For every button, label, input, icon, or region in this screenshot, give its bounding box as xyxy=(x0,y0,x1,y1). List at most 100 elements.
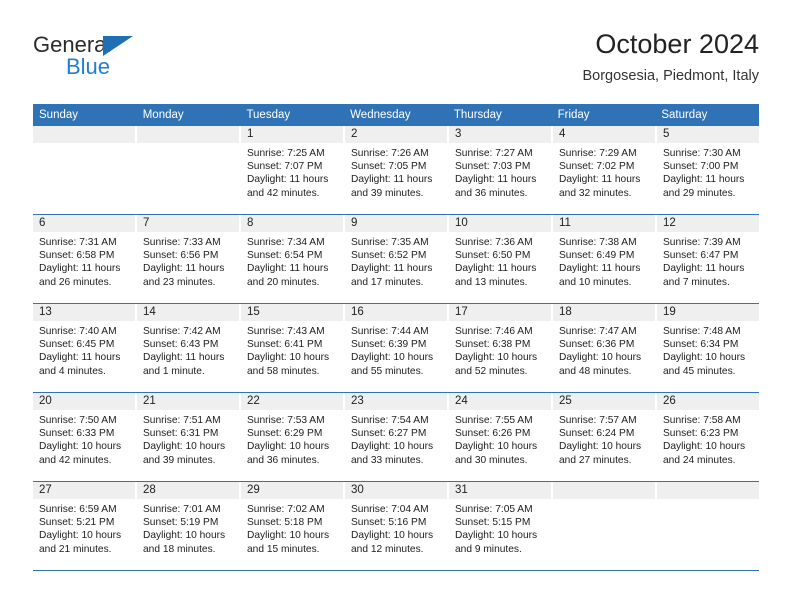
day-sunset-text: Sunset: 7:03 PM xyxy=(455,161,531,173)
day-daylight2-text: and 7 minutes. xyxy=(663,276,730,288)
day-cell-10[interactable]: 10 Sunrise: 7:36 AM Sunset: 6:50 PM Dayligh… xyxy=(449,215,553,303)
day-cell-13[interactable]: 13 Sunrise: 7:40 AM Sunset: 6:45 PM Dayligh… xyxy=(33,304,137,392)
day-daylight1-text: Daylight: 10 hours xyxy=(663,352,746,364)
day-cell-3[interactable]: 3 Sunrise: 7:27 AM Sunset: 7:03 PM Daylight… xyxy=(449,126,553,214)
day-daylight1-text: Daylight: 10 hours xyxy=(351,352,434,364)
day-daylight1-text: Daylight: 10 hours xyxy=(559,441,642,453)
day-sunset-text: Sunset: 6:54 PM xyxy=(247,250,323,262)
day-sunset-text: Sunset: 6:23 PM xyxy=(663,428,739,440)
day-sunrise-text: Sunrise: 7:53 AM xyxy=(247,415,325,426)
day-cell-5[interactable]: 5 Sunrise: 7:30 AM Sunset: 7:00 PM Daylight… xyxy=(657,126,759,214)
day-cell-1[interactable]: 1 Sunrise: 7:25 AM Sunset: 7:07 PM Daylight… xyxy=(241,126,345,214)
day-sunset-text: Sunset: 7:02 PM xyxy=(559,161,635,173)
day-daylight1-text: Daylight: 11 hours xyxy=(455,174,537,186)
day-cell-23[interactable]: 23 Sunrise: 7:54 AM Sunset: 6:27 PM Dayligh… xyxy=(345,393,449,481)
day-sun-info: Sunrise: 7:46 AM Sunset: 6:38 PM Daylight:… xyxy=(449,321,551,378)
day-number: 4 xyxy=(553,126,655,143)
day-daylight2-text: and 42 minutes. xyxy=(247,187,320,199)
day-sunset-text: Sunset: 5:18 PM xyxy=(247,517,323,529)
day-number: 12 xyxy=(657,215,759,232)
day-sun-info: Sunrise: 7:36 AM Sunset: 6:50 PM Daylight:… xyxy=(449,232,551,289)
weekday-header-thursday: Thursday xyxy=(453,109,502,121)
calendar-grid: Sunday Monday Tuesday Wednesday Thursday Frid… xyxy=(33,104,759,571)
day-sunrise-text: Sunrise: 7:05 AM xyxy=(455,504,533,515)
day-sun-info: Sunrise: 7:29 AM Sunset: 7:02 PM Daylight:… xyxy=(553,143,655,200)
day-sun-info: Sunrise: 7:02 AM Sunset: 5:18 PM Daylight:… xyxy=(241,499,343,556)
day-sun-info xyxy=(657,499,759,503)
day-sunrise-text: Sunrise: 7:02 AM xyxy=(247,504,325,515)
day-sunset-text: Sunset: 6:45 PM xyxy=(39,339,115,351)
day-number xyxy=(33,126,135,143)
day-number: 8 xyxy=(241,215,343,232)
day-daylight2-text: and 12 minutes. xyxy=(351,543,424,555)
day-cell-30[interactable]: 30 Sunrise: 7:04 AM Sunset: 5:16 PM Dayligh… xyxy=(345,482,449,570)
day-sun-info: Sunrise: 7:54 AM Sunset: 6:27 PM Daylight:… xyxy=(345,410,447,467)
day-daylight1-text: Daylight: 10 hours xyxy=(39,441,122,453)
day-daylight2-text: and 26 minutes. xyxy=(39,276,112,288)
day-cell-25[interactable]: 25 Sunrise: 7:57 AM Sunset: 6:24 PM Dayligh… xyxy=(553,393,657,481)
day-sunrise-text: Sunrise: 7:57 AM xyxy=(559,415,637,426)
day-daylight1-text: Daylight: 10 hours xyxy=(247,530,330,542)
day-daylight1-text: Daylight: 10 hours xyxy=(559,352,642,364)
day-number: 3 xyxy=(449,126,551,143)
day-daylight1-text: Daylight: 11 hours xyxy=(351,174,433,186)
day-sunset-text: Sunset: 6:47 PM xyxy=(663,250,739,262)
day-sunset-text: Sunset: 6:56 PM xyxy=(143,250,219,262)
day-sun-info: Sunrise: 7:44 AM Sunset: 6:39 PM Daylight:… xyxy=(345,321,447,378)
day-number xyxy=(657,482,759,499)
weekday-header-sunday: Sunday xyxy=(39,109,79,121)
day-daylight1-text: Daylight: 10 hours xyxy=(455,441,538,453)
day-cell-22[interactable]: 22 Sunrise: 7:53 AM Sunset: 6:29 PM Dayligh… xyxy=(241,393,345,481)
day-cell-24[interactable]: 24 Sunrise: 7:55 AM Sunset: 6:26 PM Dayligh… xyxy=(449,393,553,481)
weekday-header-row: Sunday Monday Tuesday Wednesday Thursday Frid… xyxy=(33,104,759,126)
day-cell-12[interactable]: 12 Sunrise: 7:39 AM Sunset: 6:47 PM Dayligh… xyxy=(657,215,759,303)
day-daylight2-text: and 15 minutes. xyxy=(247,543,320,555)
day-daylight1-text: Daylight: 11 hours xyxy=(39,352,121,364)
day-sunrise-text: Sunrise: 7:42 AM xyxy=(143,326,221,337)
day-cell-29[interactable]: 29 Sunrise: 7:02 AM Sunset: 5:18 PM Dayligh… xyxy=(241,482,345,570)
day-cell-27[interactable]: 27 Sunrise: 6:59 AM Sunset: 5:21 PM Dayligh… xyxy=(33,482,137,570)
day-number: 19 xyxy=(657,304,759,321)
day-cell-17[interactable]: 17 Sunrise: 7:46 AM Sunset: 6:38 PM Dayligh… xyxy=(449,304,553,392)
calendar-week-row: 20 Sunrise: 7:50 AM Sunset: 6:33 PM Dayligh… xyxy=(33,393,759,482)
day-sunrise-text: Sunrise: 7:27 AM xyxy=(455,148,533,159)
day-sunrise-text: Sunrise: 7:54 AM xyxy=(351,415,429,426)
day-cell-7[interactable]: 7 Sunrise: 7:33 AM Sunset: 6:56 PM Daylight… xyxy=(137,215,241,303)
day-sunset-text: Sunset: 6:41 PM xyxy=(247,339,323,351)
day-cell-19[interactable]: 19 Sunrise: 7:48 AM Sunset: 6:34 PM Dayligh… xyxy=(657,304,759,392)
day-sunrise-text: Sunrise: 7:43 AM xyxy=(247,326,325,337)
day-cell-16[interactable]: 16 Sunrise: 7:44 AM Sunset: 6:39 PM Dayligh… xyxy=(345,304,449,392)
day-sun-info: Sunrise: 7:04 AM Sunset: 5:16 PM Daylight:… xyxy=(345,499,447,556)
day-sunset-text: Sunset: 5:15 PM xyxy=(455,517,531,529)
day-sunset-text: Sunset: 6:39 PM xyxy=(351,339,427,351)
day-cell-8[interactable]: 8 Sunrise: 7:34 AM Sunset: 6:54 PM Daylight… xyxy=(241,215,345,303)
day-number: 28 xyxy=(137,482,239,499)
day-cell-6[interactable]: 6 Sunrise: 7:31 AM Sunset: 6:58 PM Daylight… xyxy=(33,215,137,303)
day-cell-11[interactable]: 11 Sunrise: 7:38 AM Sunset: 6:49 PM Dayligh… xyxy=(553,215,657,303)
day-daylight1-text: Daylight: 11 hours xyxy=(455,263,537,275)
day-daylight2-text: and 33 minutes. xyxy=(351,454,424,466)
day-cell-2[interactable]: 2 Sunrise: 7:26 AM Sunset: 7:05 PM Daylight… xyxy=(345,126,449,214)
weekday-header-saturday: Saturday xyxy=(661,109,708,121)
day-sunrise-text: Sunrise: 7:33 AM xyxy=(143,237,221,248)
general-blue-logo[interactable]: General Blue xyxy=(33,28,233,88)
day-cell-18[interactable]: 18 Sunrise: 7:47 AM Sunset: 6:36 PM Dayligh… xyxy=(553,304,657,392)
day-daylight2-text: and 13 minutes. xyxy=(455,276,528,288)
day-sunset-text: Sunset: 6:33 PM xyxy=(39,428,115,440)
day-cell-28[interactable]: 28 Sunrise: 7:01 AM Sunset: 5:19 PM Dayligh… xyxy=(137,482,241,570)
day-daylight1-text: Daylight: 11 hours xyxy=(663,263,745,275)
day-daylight1-text: Daylight: 11 hours xyxy=(559,263,641,275)
day-cell-9[interactable]: 9 Sunrise: 7:35 AM Sunset: 6:52 PM Daylight… xyxy=(345,215,449,303)
day-cell-15[interactable]: 15 Sunrise: 7:43 AM Sunset: 6:41 PM Dayligh… xyxy=(241,304,345,392)
day-sun-info: Sunrise: 7:51 AM Sunset: 6:31 PM Daylight:… xyxy=(137,410,239,467)
day-daylight2-text: and 32 minutes. xyxy=(559,187,632,199)
day-cell-21[interactable]: 21 Sunrise: 7:51 AM Sunset: 6:31 PM Dayligh… xyxy=(137,393,241,481)
day-cell-20[interactable]: 20 Sunrise: 7:50 AM Sunset: 6:33 PM Dayligh… xyxy=(33,393,137,481)
day-sunset-text: Sunset: 6:58 PM xyxy=(39,250,115,262)
day-cell-31[interactable]: 31 Sunrise: 7:05 AM Sunset: 5:15 PM Dayligh… xyxy=(449,482,553,570)
day-sun-info: Sunrise: 7:33 AM Sunset: 6:56 PM Daylight:… xyxy=(137,232,239,289)
day-cell-26[interactable]: 26 Sunrise: 7:58 AM Sunset: 6:23 PM Dayligh… xyxy=(657,393,759,481)
day-sunset-text: Sunset: 6:27 PM xyxy=(351,428,427,440)
day-cell-14[interactable]: 14 Sunrise: 7:42 AM Sunset: 6:43 PM Dayligh… xyxy=(137,304,241,392)
day-cell-4[interactable]: 4 Sunrise: 7:29 AM Sunset: 7:02 PM Daylight… xyxy=(553,126,657,214)
